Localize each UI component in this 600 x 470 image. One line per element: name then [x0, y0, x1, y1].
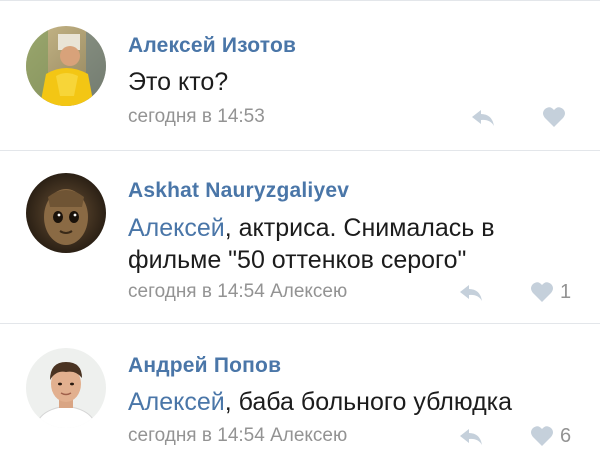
- reply-to-link[interactable]: Алексею: [270, 425, 347, 446]
- reply-icon[interactable]: [458, 427, 484, 447]
- comment-text-line: , баба больного ублюдка: [224, 388, 513, 416]
- comment: Askhat Nauryzgaliyev Алексей, актриса. С…: [0, 151, 600, 324]
- comment-text-line: , актриса. Снималась в: [224, 214, 495, 242]
- comment-text: Алексей, актриса. Снималась в: [128, 212, 495, 244]
- avatar[interactable]: [26, 348, 106, 428]
- reply-icon[interactable]: [458, 283, 484, 303]
- avatar[interactable]: [26, 173, 106, 253]
- comment-text: Алексей, баба больного ублюдка: [128, 386, 512, 418]
- person-yellow-shirt-avatar: [26, 26, 106, 106]
- comment-author[interactable]: Алексей Изотов: [128, 34, 296, 58]
- reply-icon[interactable]: [470, 108, 496, 128]
- comment-timestamp: сегодня в 14:54 Алексею: [128, 281, 347, 303]
- comment-author[interactable]: Андрей Попов: [128, 354, 281, 378]
- heart-icon: [543, 107, 565, 127]
- mention-link[interactable]: Алексей: [128, 388, 225, 416]
- like-count: 1: [560, 280, 572, 303]
- like-count: 6: [560, 424, 572, 447]
- avatar[interactable]: [26, 26, 106, 106]
- like-button[interactable]: 6: [530, 424, 571, 448]
- comment: Андрей Попов Алексей, баба больного ублю…: [0, 324, 600, 470]
- reply-to-link[interactable]: Алексею: [270, 281, 347, 302]
- man-portrait-avatar: [26, 348, 106, 428]
- comment-author[interactable]: Askhat Nauryzgaliyev: [128, 179, 349, 203]
- comment: Алексей Изотов Это кто? сегодня в 14:53: [0, 0, 600, 151]
- like-button[interactable]: 1: [530, 280, 571, 304]
- groot-avatar: [26, 173, 106, 253]
- heart-icon: [531, 426, 553, 446]
- comment-text: Это кто?: [128, 68, 229, 96]
- comments-feed: Алексей Изотов Это кто? сегодня в 14:53: [0, 0, 600, 470]
- comment-timestamp: сегодня в 14:53: [128, 106, 265, 127]
- timestamp-text: сегодня в 14:54: [128, 425, 265, 446]
- comment-text: фильме "50 оттенков серого": [128, 246, 467, 274]
- timestamp-text: сегодня в 14:54: [128, 281, 265, 302]
- mention-link[interactable]: Алексей: [128, 214, 225, 242]
- comment-timestamp: сегодня в 14:54 Алексею: [128, 425, 347, 447]
- like-button[interactable]: [542, 105, 566, 129]
- heart-icon: [531, 282, 553, 302]
